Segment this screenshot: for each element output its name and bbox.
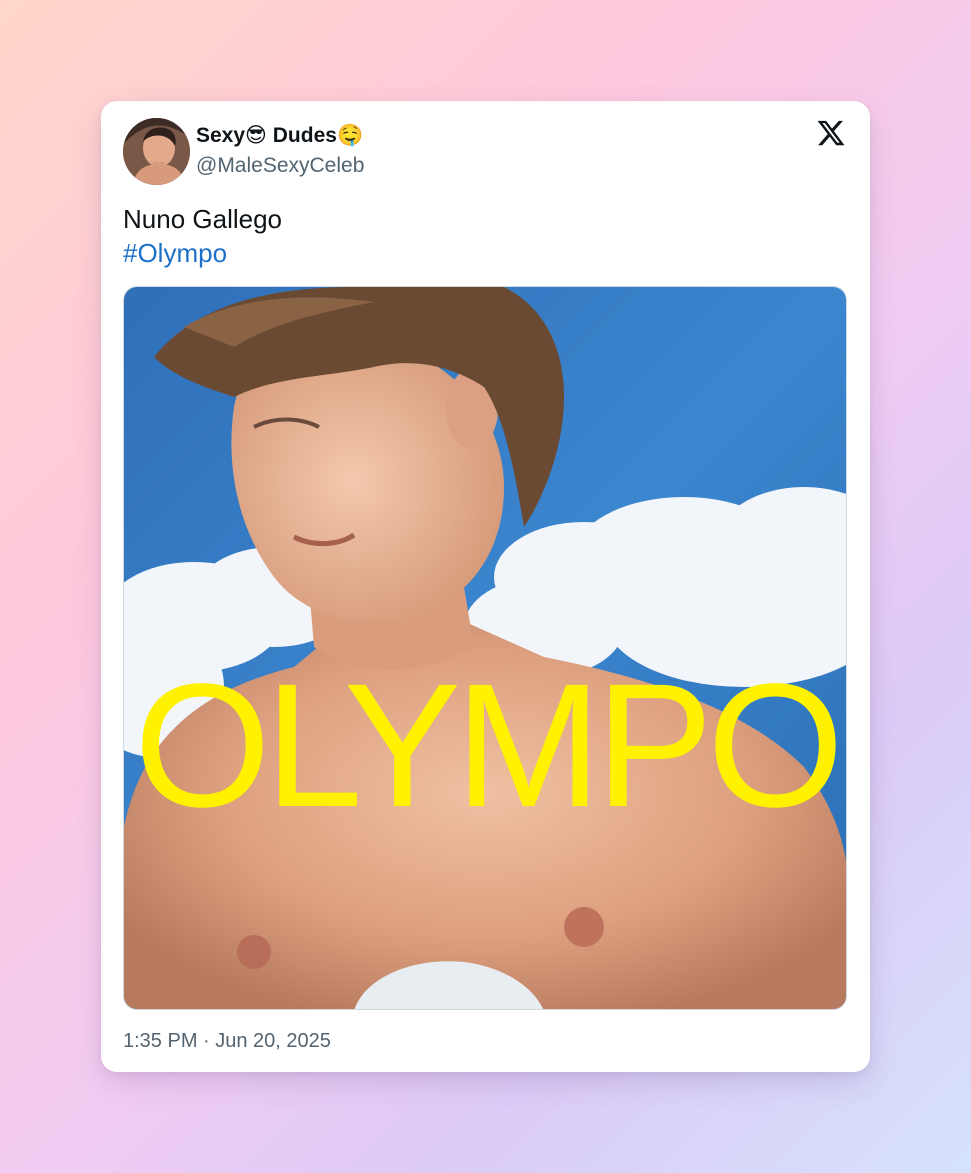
tweet-media-image[interactable]: OLYMPO	[123, 286, 847, 1010]
x-logo-icon[interactable]	[816, 118, 846, 148]
media-overlay-text: OLYMPO	[133, 648, 844, 844]
display-name[interactable]: Sexy😎 Dudes🤤	[196, 122, 364, 150]
user-handle[interactable]: @MaleSexyCeleb	[196, 152, 364, 180]
tweet-body: Nuno Gallego	[123, 204, 282, 234]
tweet-timestamp[interactable]: 1:35 PM · Jun 20, 2025	[123, 1027, 331, 1055]
hashtag-link[interactable]: #Olympo	[123, 236, 282, 270]
avatar[interactable]	[123, 118, 190, 185]
tweet-text: Nuno Gallego #Olympo	[123, 202, 282, 270]
tweet-header: Sexy😎 Dudes🤤 @MaleSexyCeleb	[123, 118, 848, 186]
user-info[interactable]: Sexy😎 Dudes🤤 @MaleSexyCeleb	[196, 122, 364, 180]
tweet-card[interactable]: Sexy😎 Dudes🤤 @MaleSexyCeleb Nuno Gallego…	[101, 101, 870, 1072]
